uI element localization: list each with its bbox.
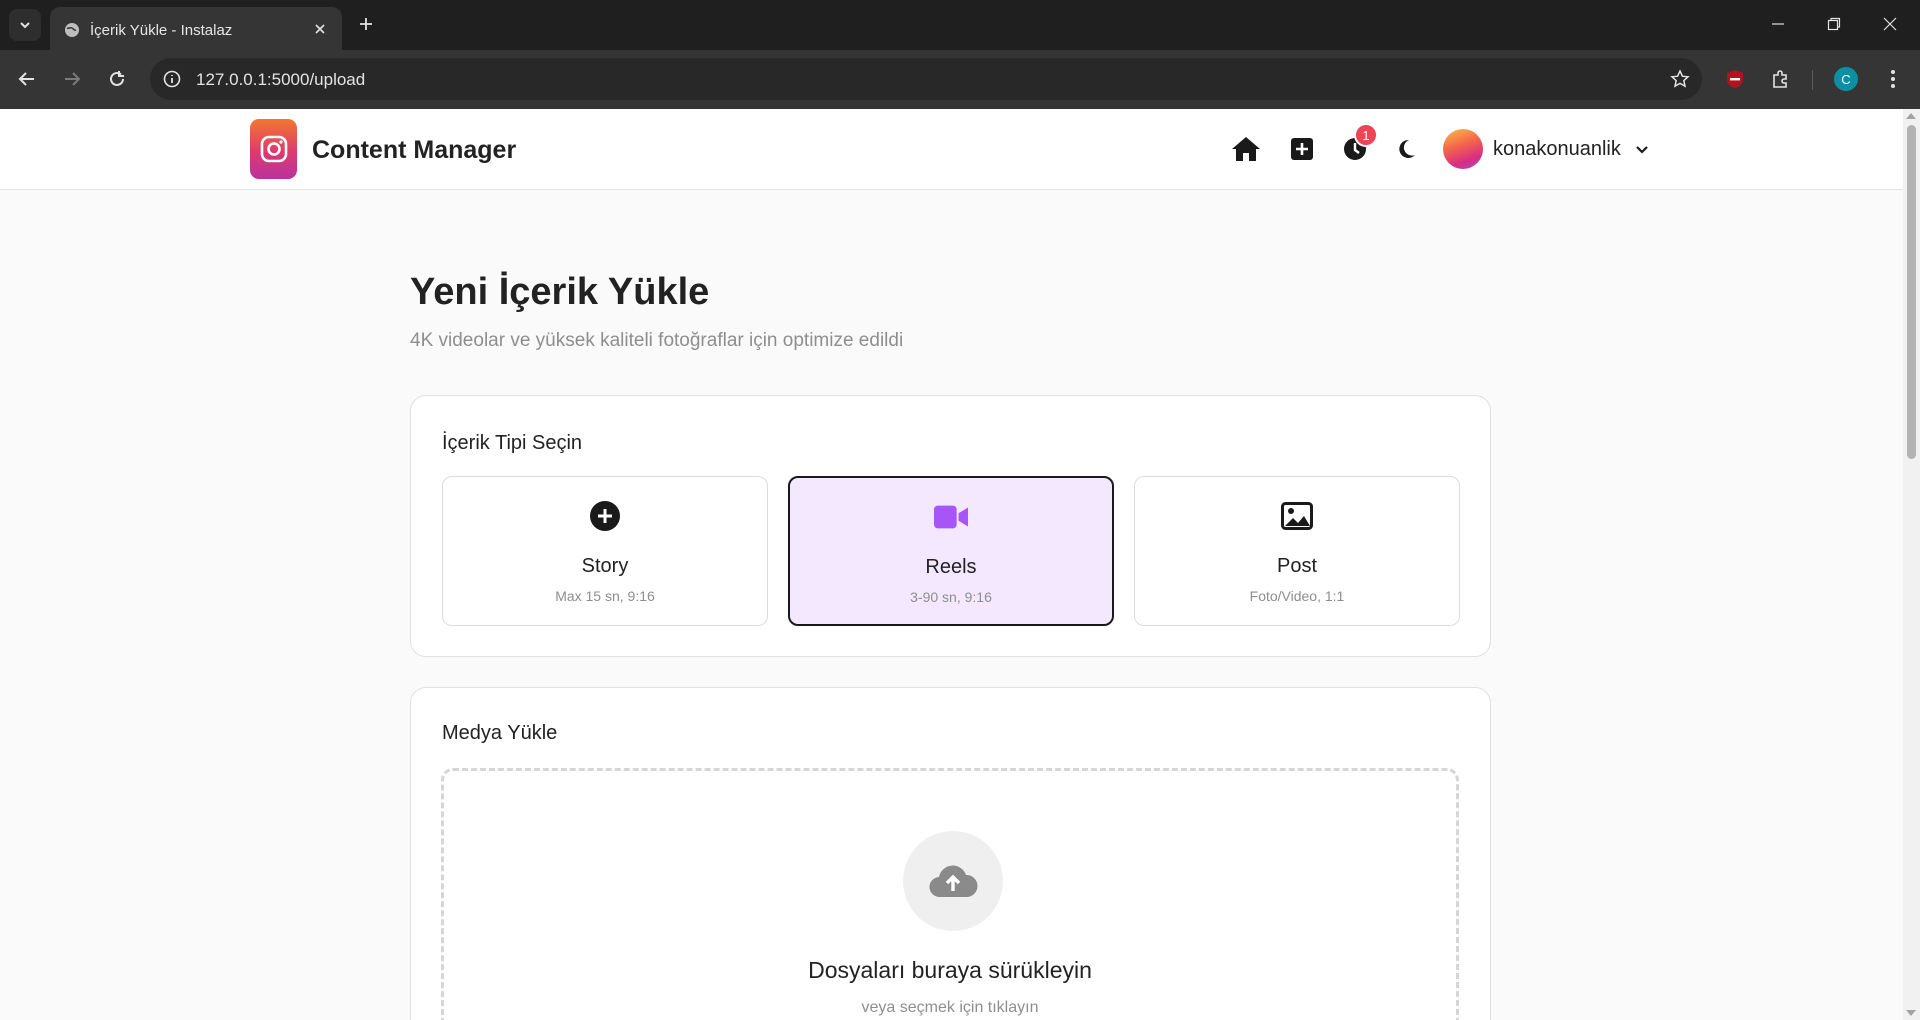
close-icon	[1883, 17, 1897, 31]
scroll-thumb[interactable]	[1907, 125, 1916, 459]
minimize-button[interactable]	[1750, 0, 1806, 48]
browser-tab-active[interactable]: İçerik Yükle - Instalaz	[50, 7, 342, 50]
moon-icon	[1399, 139, 1415, 158]
browser-toolbar: 127.0.0.1:5000/upload C	[0, 50, 1920, 109]
shield-block-icon	[1727, 70, 1743, 88]
user-avatar[interactable]	[1443, 129, 1483, 169]
window-close-button[interactable]	[1862, 0, 1918, 48]
address-bar[interactable]: 127.0.0.1:5000/upload	[150, 58, 1702, 100]
browser-menu-button[interactable]	[1877, 63, 1909, 95]
tab-search-button[interactable]	[9, 9, 41, 41]
cloud-upload-icon	[929, 865, 978, 898]
home-icon	[1232, 137, 1260, 161]
arrow-right-icon	[65, 72, 81, 86]
site-info-button[interactable]	[160, 67, 184, 91]
restore-icon	[1827, 17, 1841, 31]
bookmark-button[interactable]	[1668, 67, 1692, 91]
instagram-icon	[260, 135, 287, 163]
app-header: Content Manager 1 konakonuanlik	[0, 109, 1903, 190]
type-desc: 3-90 sn, 9:16	[910, 589, 992, 605]
username[interactable]: konakonuanlik	[1493, 138, 1621, 161]
info-icon	[163, 70, 181, 88]
plus-icon	[360, 18, 372, 30]
create-button[interactable]	[1285, 132, 1319, 166]
type-name: Reels	[925, 556, 977, 578]
globe-icon	[65, 23, 79, 37]
toolbar-separator	[1812, 70, 1813, 90]
video-icon	[934, 500, 968, 534]
plus-square-icon	[1291, 138, 1313, 160]
brand-name[interactable]: Content Manager	[312, 136, 516, 165]
extension-adblock-button[interactable]	[1719, 63, 1751, 95]
type-desc: Foto/Video, 1:1	[1249, 588, 1345, 604]
arrow-left-icon	[18, 72, 34, 86]
tab-close-button[interactable]	[310, 19, 330, 39]
chevron-down-icon	[1636, 146, 1648, 154]
dropzone-subtitle: veya seçmek için tıklayın	[861, 999, 1039, 1016]
app-logo[interactable]	[250, 119, 297, 179]
image-icon	[1280, 499, 1314, 533]
star-icon	[1670, 69, 1690, 88]
type-option-story[interactable]: Story Max 15 sn, 9:16	[442, 476, 768, 626]
back-button[interactable]	[11, 63, 43, 95]
user-menu-toggle[interactable]	[1632, 140, 1652, 160]
type-option-post[interactable]: Post Foto/Video, 1:1	[1134, 476, 1460, 626]
content-type-card: İçerik Tipi Seçin Story Max 15 sn, 9:16 …	[410, 395, 1491, 657]
chevron-down-icon	[20, 22, 30, 29]
plus-circle-icon	[588, 499, 622, 533]
dark-mode-toggle[interactable]	[1389, 132, 1423, 166]
media-upload-card: Medya Yükle Dosyaları buraya sürükleyin …	[410, 687, 1491, 1020]
close-icon	[315, 24, 325, 34]
type-desc: Max 15 sn, 9:16	[555, 588, 655, 604]
content-type-heading: İçerik Tipi Seçin	[442, 432, 583, 454]
home-button[interactable]	[1229, 132, 1263, 166]
url-text[interactable]: 127.0.0.1:5000/upload	[196, 70, 365, 90]
more-vertical-icon	[1891, 70, 1895, 88]
page-viewport: Content Manager 1 konakonuanlik Yeni İçe…	[0, 109, 1920, 1020]
restore-button[interactable]	[1806, 0, 1862, 48]
puzzle-icon	[1773, 70, 1787, 88]
type-option-reels[interactable]: Reels 3-90 sn, 9:16	[788, 476, 1114, 626]
type-name: Story	[581, 555, 629, 577]
page-title: Yeni İçerik Yükle	[410, 271, 710, 313]
reload-button[interactable]	[101, 63, 133, 95]
dropzone-title: Dosyaları buraya sürükleyin	[808, 957, 1092, 983]
upload-icon-circle	[903, 831, 1003, 931]
page-scrollbar[interactable]	[1903, 109, 1920, 1020]
minimize-icon	[1772, 23, 1784, 25]
new-tab-button[interactable]	[352, 10, 380, 38]
scroll-down-arrow[interactable]	[1906, 1010, 1916, 1016]
notification-badge: 1	[1354, 123, 1378, 147]
type-name: Post	[1276, 555, 1318, 577]
profile-avatar[interactable]: C	[1834, 67, 1858, 91]
page-subtitle: 4K videolar ve yüksek kaliteli fotoğrafl…	[410, 330, 904, 351]
reload-icon	[110, 71, 124, 86]
forward-button[interactable]	[56, 63, 88, 95]
upload-dropzone[interactable]: Dosyaları buraya sürükleyin veya seçmek …	[441, 768, 1459, 1020]
scroll-up-arrow[interactable]	[1906, 113, 1916, 119]
tab-title: İçerik Yükle - Instalaz	[90, 22, 233, 39]
media-heading: Medya Yükle	[442, 722, 558, 744]
browser-tabbar: İçerik Yükle - Instalaz	[0, 0, 1920, 50]
extensions-button[interactable]	[1765, 63, 1797, 95]
